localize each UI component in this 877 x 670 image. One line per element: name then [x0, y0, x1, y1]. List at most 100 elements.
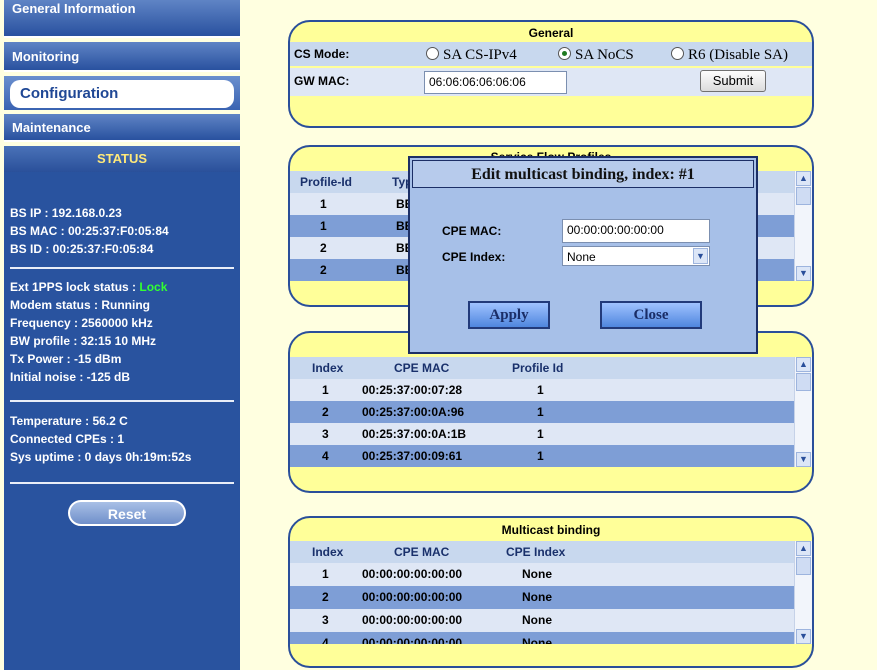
- scroll-thumb[interactable]: [796, 557, 811, 575]
- service-flow-scrollbar[interactable]: ▲ ▼: [794, 171, 812, 281]
- radio-circle-icon: [671, 47, 684, 60]
- radio-sa-nocs[interactable]: SA NoCS: [558, 47, 634, 64]
- status-divider: [10, 482, 234, 484]
- cell-cpe-mac: 00:25:37:00:09:61: [362, 449, 463, 463]
- status-connected-cpes: Connected CPEs : 1: [10, 432, 125, 446]
- cpe-binding-header: Index CPE MAC Profile Id: [290, 357, 812, 379]
- col-profile-id: Profile-Id: [300, 175, 353, 189]
- submit-button[interactable]: Submit: [700, 70, 766, 92]
- scroll-down-icon[interactable]: ▼: [796, 629, 811, 644]
- table-row[interactable]: 3 00:25:37:00:0A:1B 1: [290, 423, 812, 445]
- cell-cpe-mac: 00:00:00:00:00:00: [362, 567, 463, 581]
- scroll-up-icon[interactable]: ▲: [796, 171, 811, 186]
- status-ext-lock-label: Ext 1PPS lock status :: [10, 280, 140, 294]
- cell-cpe-mac: 00:00:00:00:00:00: [362, 613, 463, 627]
- table-row[interactable]: 4 00:00:00:00:00:00 None: [290, 632, 812, 644]
- edit-multicast-dialog: Edit multicast binding, index: #1 CPE MA…: [408, 156, 758, 354]
- cell-profile-id: 1: [320, 197, 327, 211]
- status-ext-lock: Ext 1PPS lock status : Lock: [10, 280, 167, 294]
- nav-maintenance[interactable]: Maintenance: [4, 114, 240, 142]
- dialog-title: Edit multicast binding, index: #1: [412, 160, 754, 188]
- scroll-down-icon[interactable]: ▼: [796, 452, 811, 467]
- status-bs-id: BS ID : 00:25:37:F0:05:84: [10, 242, 154, 256]
- table-row[interactable]: 1 00:00:00:00:00:00 None: [290, 563, 812, 586]
- radio-circle-icon: [426, 47, 439, 60]
- status-ext-lock-value: Lock: [139, 280, 168, 294]
- col-profile-id: Profile Id: [512, 361, 564, 375]
- sidebar: General Information Monitoring Configura…: [0, 0, 244, 670]
- gw-mac-label: GW MAC:: [294, 74, 350, 88]
- cpe-binding-scrollbar[interactable]: ▲ ▼: [794, 357, 812, 467]
- status-heading: STATUS: [4, 146, 240, 172]
- cpe-mac-input[interactable]: 00:00:00:00:00:00: [562, 219, 710, 243]
- table-row[interactable]: 2 00:00:00:00:00:00 None: [290, 586, 812, 609]
- col-cpe-mac: CPE MAC: [394, 545, 450, 559]
- radio-r6-disable-sa[interactable]: R6 (Disable SA): [671, 47, 788, 64]
- status-bs-ip: BS IP : 192.168.0.23: [10, 206, 122, 220]
- status-divider: [10, 267, 234, 269]
- cell-profile-id: 1: [320, 219, 327, 233]
- cell-index: 3: [322, 613, 329, 627]
- gw-mac-input[interactable]: 06:06:06:06:06:06: [424, 71, 567, 94]
- radio-sa-nocs-label: SA NoCS: [575, 47, 634, 63]
- cell-cpe-mac: 00:00:00:00:00:00: [362, 636, 463, 644]
- scroll-thumb[interactable]: [796, 373, 811, 391]
- status-tx-power: Tx Power : -15 dBm: [10, 352, 122, 366]
- radio-sa-cs-ipv4[interactable]: SA CS-IPv4: [426, 47, 517, 64]
- cell-profile-id: 2: [320, 263, 327, 277]
- nav-general-information-label: General Information: [12, 1, 136, 16]
- cell-cpe-index: None: [522, 613, 552, 627]
- scroll-down-icon[interactable]: ▼: [796, 266, 811, 281]
- cell-cpe-index: None: [522, 636, 552, 644]
- table-row[interactable]: 3 00:00:00:00:00:00 None: [290, 609, 812, 632]
- cell-index: 4: [322, 636, 329, 644]
- cell-cpe-mac: 00:25:37:00:0A:96: [362, 405, 465, 419]
- nav-monitoring-label: Monitoring: [12, 49, 80, 64]
- multicast-scrollbar[interactable]: ▲ ▼: [794, 541, 812, 644]
- table-row[interactable]: 2 00:25:37:00:0A:96 1: [290, 401, 812, 423]
- status-bw-profile: BW profile : 32:15 10 MHz: [10, 334, 157, 348]
- status-temperature: Temperature : 56.2 C: [10, 414, 128, 428]
- multicast-binding-panel: Multicast binding Index CPE MAC CPE Inde…: [288, 516, 814, 668]
- cell-index: 3: [322, 427, 329, 441]
- cell-profile-id: 2: [320, 241, 327, 255]
- cell-cpe-mac: 00:25:37:00:0A:1B: [362, 427, 467, 441]
- radio-r6-label: R6 (Disable SA): [688, 47, 788, 63]
- cell-cpe-mac: 00:25:37:00:07:28: [362, 383, 463, 397]
- radio-sa-cs-ipv4-label: SA CS-IPv4: [443, 47, 517, 63]
- close-button[interactable]: Close: [600, 301, 702, 329]
- cell-index: 2: [322, 590, 329, 604]
- multicast-header: Index CPE MAC CPE Index: [290, 541, 812, 563]
- cs-mode-label: CS Mode:: [294, 47, 350, 61]
- col-cpe-index: CPE Index: [506, 545, 566, 559]
- status-uptime: Sys uptime : 0 days 0h:19m:52s: [10, 450, 192, 464]
- chevron-down-icon[interactable]: ▼: [693, 248, 708, 264]
- nav-configuration-label: Configuration: [10, 80, 234, 108]
- cpe-mac-label: CPE MAC:: [442, 224, 502, 238]
- reset-button[interactable]: Reset: [68, 500, 186, 526]
- cell-cpe-mac: 00:00:00:00:00:00: [362, 590, 463, 604]
- cpe-index-selected-value: None: [567, 250, 596, 264]
- gw-mac-row: GW MAC: 06:06:06:06:06:06 Submit: [290, 68, 812, 96]
- cs-mode-row: CS Mode: SA CS-IPv4 SA NoCS R6 (Disable …: [290, 42, 812, 66]
- general-title: General: [528, 26, 574, 40]
- scroll-up-icon[interactable]: ▲: [796, 541, 811, 556]
- scroll-thumb[interactable]: [796, 187, 811, 205]
- nav-maintenance-label: Maintenance: [12, 120, 91, 135]
- cell-profile-id: 1: [537, 427, 544, 441]
- table-row[interactable]: 1 00:25:37:00:07:28 1: [290, 379, 812, 401]
- cell-index: 4: [322, 449, 329, 463]
- cell-profile-id: 1: [537, 383, 544, 397]
- cell-cpe-index: None: [522, 567, 552, 581]
- col-index: Index: [312, 545, 344, 559]
- nav-general-information[interactable]: General Information: [4, 0, 240, 38]
- cpe-index-select[interactable]: None ▼: [562, 246, 710, 266]
- nav-configuration[interactable]: Configuration: [4, 76, 240, 110]
- apply-button[interactable]: Apply: [468, 301, 550, 329]
- scroll-up-icon[interactable]: ▲: [796, 357, 811, 372]
- table-row[interactable]: 4 00:25:37:00:09:61 1: [290, 445, 812, 467]
- cell-index: 2: [322, 405, 329, 419]
- status-bs-mac: BS MAC : 00:25:37:F0:05:84: [10, 224, 169, 238]
- nav-monitoring[interactable]: Monitoring: [4, 42, 240, 72]
- general-panel: General CS Mode: SA CS-IPv4 SA NoCS R6 (…: [288, 20, 814, 128]
